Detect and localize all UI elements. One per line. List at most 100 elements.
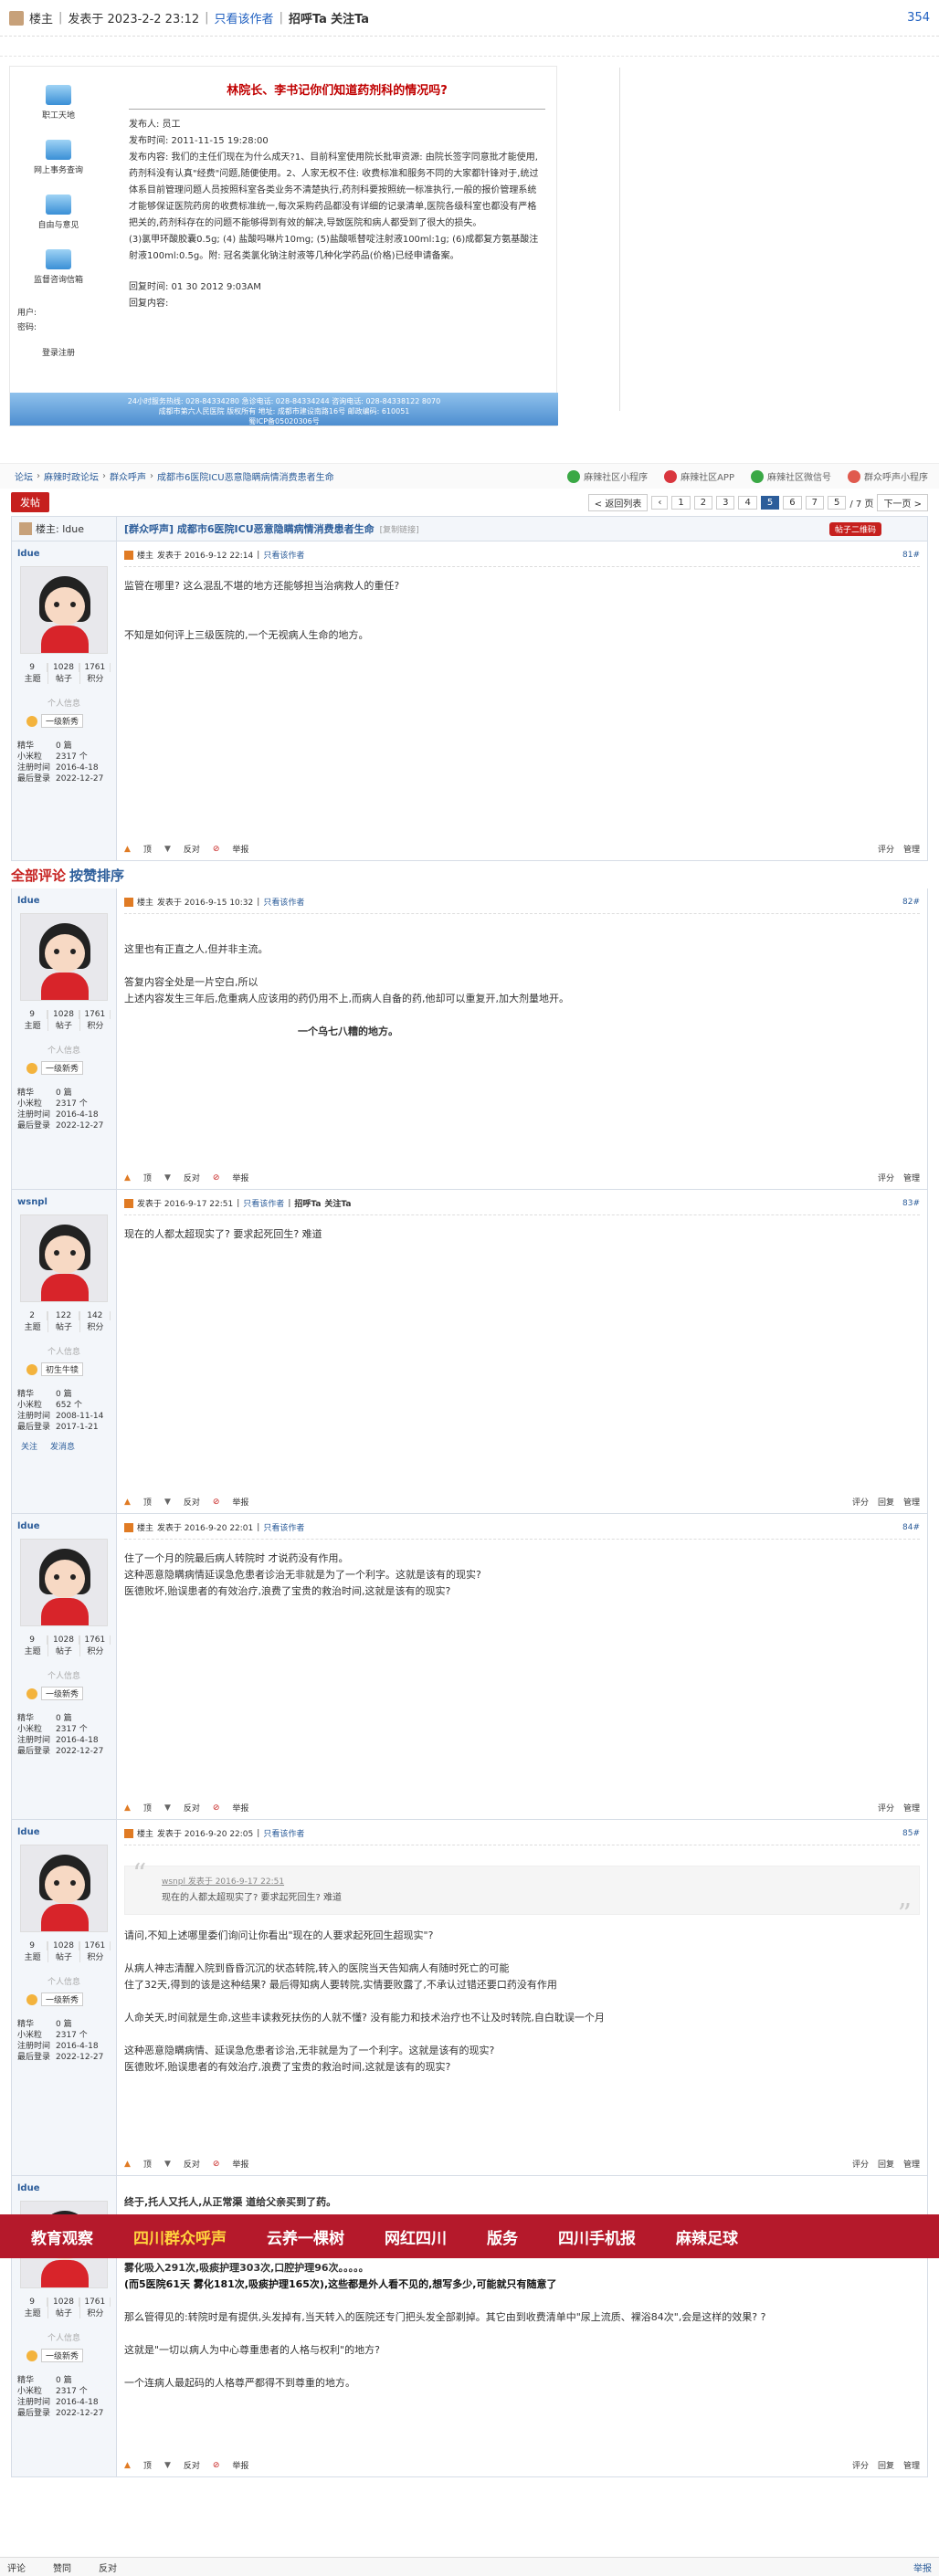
page-2[interactable]: 2: [693, 495, 713, 510]
only-author-link[interactable]: 只看该作者: [263, 1521, 304, 1533]
username[interactable]: ldue: [17, 896, 111, 906]
dislike-button[interactable]: 反对: [184, 1172, 200, 1183]
post-action-4[interactable]: 管理: [903, 1802, 920, 1814]
post-action-3[interactable]: 评分: [878, 1802, 894, 1814]
crumb-link[interactable]: 成都市6医院ICU恶意隐瞒病情消费患者生命: [157, 469, 334, 483]
like-button[interactable]: 顶: [143, 1496, 152, 1508]
quote-author[interactable]: wsnpl 发表于 2016-9-17 22:51: [162, 1874, 882, 1890]
report-button[interactable]: 举报: [232, 2459, 248, 2471]
only-author-link[interactable]: 只看该作者: [263, 549, 304, 561]
page-3[interactable]: 3: [716, 495, 735, 510]
post-action-4[interactable]: 回复: [878, 2158, 894, 2170]
floor-number[interactable]: 84#: [902, 1523, 920, 1532]
like-button[interactable]: 顶: [143, 843, 152, 855]
like-button[interactable]: 顶: [143, 2459, 152, 2471]
like-button[interactable]: 顶: [143, 1172, 152, 1183]
post-action-4[interactable]: 回复: [878, 1496, 894, 1508]
floor-number[interactable]: 354: [907, 11, 930, 25]
dislike-button[interactable]: 反对: [184, 2158, 200, 2170]
crumb-link[interactable]: 群众呼声: [110, 469, 146, 483]
nav-item[interactable]: 教育观察: [31, 2225, 93, 2248]
report-button[interactable]: 举报: [913, 2560, 932, 2574]
floor-number[interactable]: 83#: [902, 1199, 920, 1208]
greet-link[interactable]: 招呼Ta: [294, 1197, 321, 1209]
floor-number[interactable]: 81#: [902, 551, 920, 560]
username[interactable]: ldue: [17, 2183, 111, 2193]
voice-mini-program-link[interactable]: 群众呼声小程序: [848, 469, 928, 483]
page-1[interactable]: 1: [671, 495, 691, 510]
post-action-4[interactable]: 管理: [903, 1172, 920, 1183]
nav-item[interactable]: 云养一棵树: [267, 2225, 344, 2248]
only-author-link[interactable]: 只看该作者: [263, 896, 304, 908]
avatar: [9, 10, 24, 26]
dislike-button[interactable]: 反对: [184, 1496, 200, 1508]
copy-link[interactable]: [复制链接]: [380, 523, 419, 535]
floor-number[interactable]: 82#: [902, 898, 920, 907]
post-action-5[interactable]: 管理: [903, 2158, 920, 2170]
avatar[interactable]: [20, 913, 108, 1001]
crumb-link[interactable]: 麻辣时政论坛: [44, 469, 99, 483]
post-action-4[interactable]: 回复: [878, 2459, 894, 2471]
nav-item[interactable]: 四川手机报: [558, 2225, 636, 2248]
dislike-button[interactable]: 反对: [99, 2560, 117, 2574]
only-author-link[interactable]: 只看该作者: [263, 1827, 304, 1839]
post-action-3[interactable]: 评分: [852, 1496, 869, 1508]
post-action-3[interactable]: 评分: [878, 843, 894, 855]
report-button[interactable]: 举报: [232, 1172, 248, 1183]
page-4[interactable]: 4: [738, 495, 757, 510]
page-6[interactable]: 6: [783, 495, 802, 510]
only-author-link[interactable]: 只看该作者: [215, 9, 274, 26]
follow-link[interactable]: 关注Ta: [324, 1197, 351, 1209]
all-comments-label[interactable]: 全部评论: [11, 866, 66, 885]
back-to-list-button[interactable]: < 返回列表: [587, 493, 649, 511]
like-button[interactable]: 顶: [143, 2158, 152, 2170]
username[interactable]: ldue: [17, 1521, 111, 1531]
page-5[interactable]: 5: [760, 495, 780, 510]
report-button[interactable]: 举报: [232, 2158, 248, 2170]
username[interactable]: ldue: [17, 549, 111, 559]
user-info: 精华 0 篇小米粒 652 个注册时间 2008-11-14 最后登录 2017-1-21: [17, 1390, 104, 1432]
avatar[interactable]: [20, 1214, 108, 1302]
report-button[interactable]: 举报: [232, 1802, 248, 1814]
report-button[interactable]: 举报: [232, 843, 248, 855]
avatar[interactable]: [20, 566, 108, 654]
post-action-3[interactable]: 评分: [852, 2158, 869, 2170]
like-button[interactable]: 顶: [143, 1802, 152, 1814]
greet-link[interactable]: 招呼Ta: [289, 9, 327, 26]
nav-item[interactable]: 麻辣足球: [676, 2225, 738, 2248]
page-7[interactable]: 7: [805, 495, 824, 510]
page-input[interactable]: 5: [827, 495, 847, 510]
comment-button[interactable]: 评论: [7, 2560, 26, 2574]
sort-by-like-button[interactable]: 按赞排序: [69, 866, 124, 885]
next-page-button[interactable]: 下一页 >: [877, 493, 928, 511]
mini-program-link[interactable]: 麻辣社区小程序: [567, 469, 648, 483]
floor-number[interactable]: 85#: [902, 1829, 920, 1838]
report-button[interactable]: 举报: [232, 1496, 248, 1508]
post-action-5[interactable]: 管理: [903, 2459, 920, 2471]
prev-page-button[interactable]: ‹: [651, 495, 669, 510]
username[interactable]: ldue: [17, 1827, 111, 1837]
post-action-5[interactable]: 管理: [903, 1496, 920, 1508]
post-action-4[interactable]: 管理: [903, 843, 920, 855]
qr-code-badge[interactable]: 帖子二维码: [828, 521, 881, 536]
crumb-link[interactable]: 论坛: [15, 469, 33, 483]
avatar[interactable]: [20, 1539, 108, 1626]
username[interactable]: wsnpl: [17, 1197, 111, 1207]
send-message-button[interactable]: 发消息: [50, 1440, 75, 1452]
dislike-button[interactable]: 反对: [184, 1802, 200, 1814]
post-action-3[interactable]: 评分: [878, 1172, 894, 1183]
like-button[interactable]: 赞同: [53, 2560, 71, 2574]
app-link[interactable]: 麻辣社区APP: [664, 469, 734, 483]
follow-user-button[interactable]: 关注: [21, 1440, 37, 1452]
nav-item[interactable]: 版务: [487, 2225, 518, 2248]
dislike-button[interactable]: 反对: [184, 843, 200, 855]
only-author-link[interactable]: 只看该作者: [243, 1197, 284, 1209]
avatar[interactable]: [20, 1845, 108, 1932]
wechat-account-link[interactable]: 麻辣社区微信号: [751, 469, 831, 483]
dislike-button[interactable]: 反对: [184, 2459, 200, 2471]
new-post-button[interactable]: 发帖: [11, 492, 49, 512]
follow-link[interactable]: 关注Ta: [331, 9, 369, 26]
post-action-3[interactable]: 评分: [852, 2459, 869, 2471]
nav-item[interactable]: 网红四川: [385, 2225, 447, 2248]
nav-item-active[interactable]: 四川群众呼声: [133, 2225, 227, 2248]
